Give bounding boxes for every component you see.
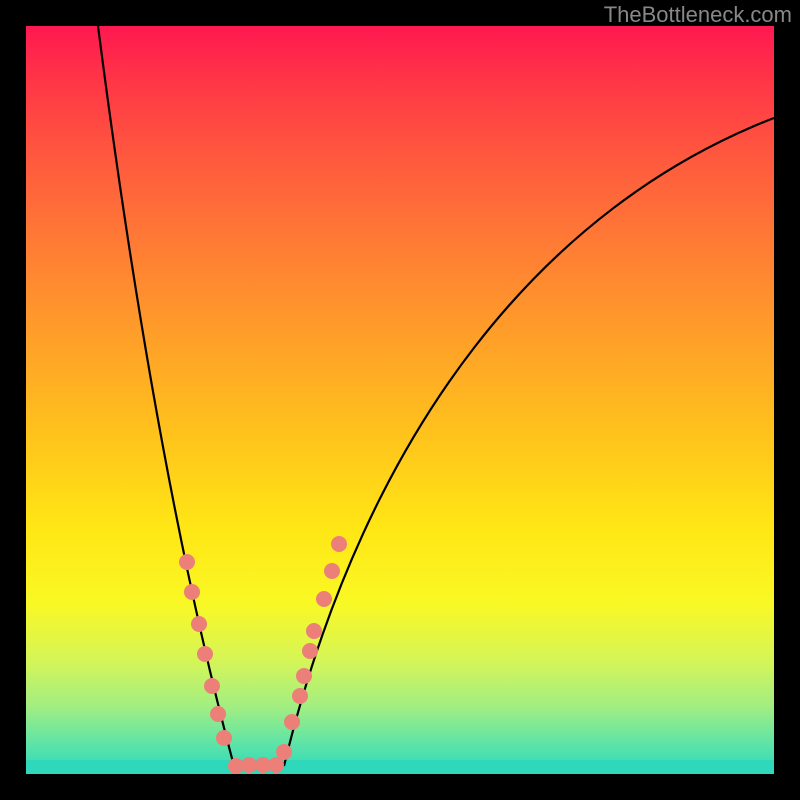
chart-baseline-band xyxy=(26,760,774,774)
chart-gradient-background xyxy=(26,26,774,774)
watermark-text: TheBottleneck.com xyxy=(604,2,792,28)
